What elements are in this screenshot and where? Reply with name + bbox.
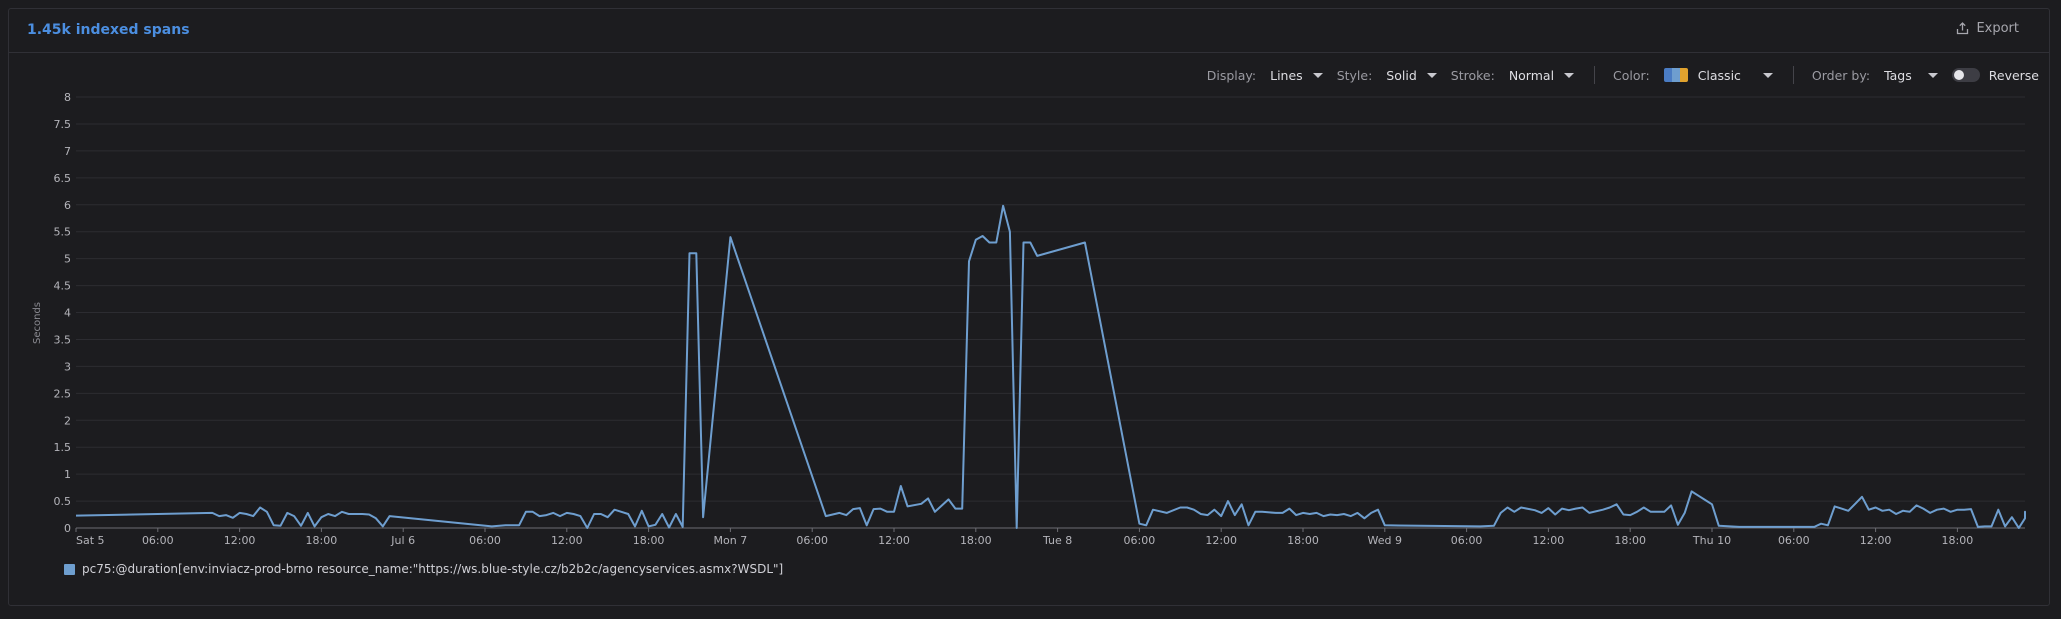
legend-swatch — [64, 563, 75, 575]
x-tick-label: Thu 10 — [1692, 534, 1731, 547]
x-tick-label: Wed 9 — [1368, 534, 1402, 547]
x-tick-label: 18:00 — [1942, 534, 1974, 547]
x-tick-label: 12:00 — [1205, 534, 1237, 547]
x-tick-label: Jul 6 — [390, 534, 415, 547]
x-tick-label: 12:00 — [878, 534, 910, 547]
x-tick-label: 06:00 — [469, 534, 501, 547]
y-tick-label: 5 — [64, 253, 71, 266]
legend-series-name: pc75:@duration[env:inviacz-prod-brno res… — [82, 562, 784, 576]
x-tick-label: 06:00 — [1124, 534, 1156, 547]
x-tick-label: 06:00 — [1778, 534, 1810, 547]
x-tick-label: 12:00 — [1860, 534, 1892, 547]
y-tick-label: 6.5 — [54, 172, 72, 185]
y-tick-label: 6 — [64, 199, 71, 212]
y-tick-label: 3.5 — [54, 333, 72, 346]
y-tick-label: 7 — [64, 145, 71, 158]
y-tick-label: 8 — [64, 91, 71, 104]
x-tick-label: Mon 7 — [714, 534, 748, 547]
x-tick-label: 18:00 — [960, 534, 992, 547]
y-axis-ticks: 0 0.5 1 1.5 2 2.5 3 3.5 4 4.5 5 5.5 6 6.5 7 7.5 8 — [54, 91, 72, 535]
x-tick-label: Tue 8 — [1042, 534, 1072, 547]
y-tick-label: 2 — [64, 414, 71, 427]
y-axis-label: Seconds — [32, 302, 43, 344]
y-tick-label: 4 — [64, 307, 71, 320]
x-tick-label: 18:00 — [1614, 534, 1646, 547]
x-tick-label: 18:00 — [1287, 534, 1319, 547]
x-tick-label: 18:00 — [306, 534, 338, 547]
x-axis-ticks: Sat 5 06:00 12:00 18:00 Jul 6 06:00 12:00 18:00… — [75, 528, 1974, 547]
y-tick-label: 0 — [64, 522, 71, 535]
chart-legend[interactable]: pc75:@duration[env:inviacz-prod-brno res… — [64, 562, 783, 576]
y-tick-label: 4.5 — [54, 280, 72, 293]
y-tick-label: 2.5 — [54, 387, 72, 400]
y-tick-label: 1.5 — [54, 441, 72, 454]
y-tick-label: 7.5 — [54, 118, 72, 131]
x-tick-label: 06:00 — [1451, 534, 1483, 547]
x-tick-label: 12:00 — [224, 534, 256, 547]
x-tick-label: 12:00 — [551, 534, 583, 547]
y-tick-label: 0.5 — [54, 495, 72, 508]
y-tick-label: 1 — [64, 468, 71, 481]
x-tick-label: 06:00 — [796, 534, 828, 547]
chart-gridlines — [76, 96, 2025, 529]
x-tick-label: 06:00 — [142, 534, 174, 547]
duration-line-chart: 0 0.5 1 1.5 2 2.5 3 3.5 4 4.5 5 5.5 6 6.5 7 7.5 8 Sat 5 0… — [32, 91, 2026, 547]
x-tick-label: Sat 5 — [76, 534, 105, 547]
series-line[interactable] — [75, 204, 2026, 529]
y-tick-label: 3 — [64, 360, 71, 373]
y-tick-label: 5.5 — [54, 226, 72, 239]
x-tick-label: 12:00 — [1533, 534, 1565, 547]
x-tick-label: 18:00 — [633, 534, 665, 547]
